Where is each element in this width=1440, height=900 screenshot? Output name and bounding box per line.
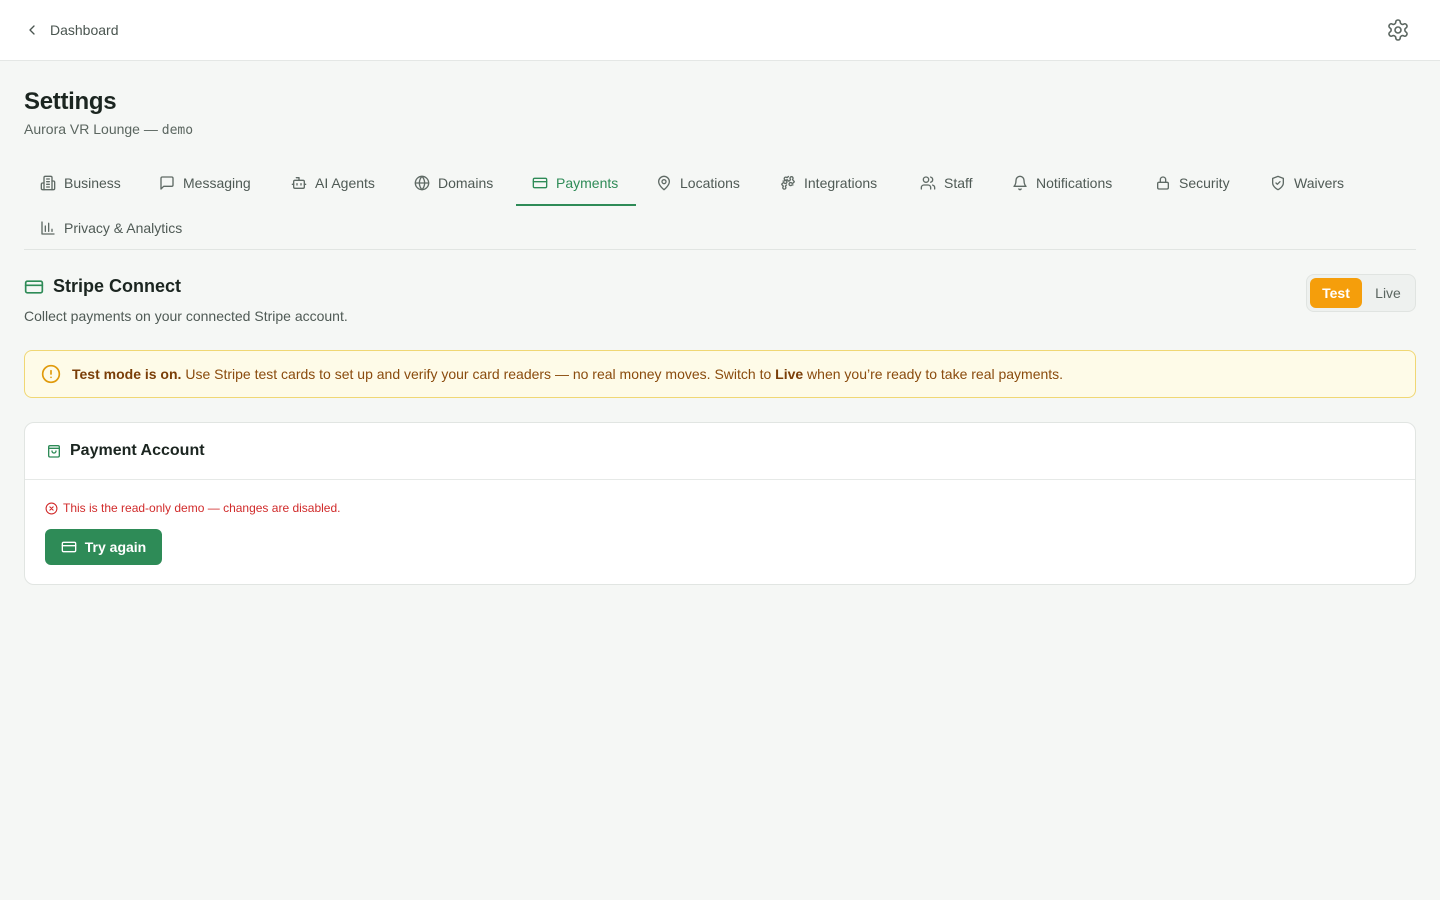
tab-waivers[interactable]: Waivers: [1254, 160, 1360, 206]
tab-payments[interactable]: Payments: [516, 160, 636, 206]
message-icon: [159, 175, 175, 191]
tab-label: Staff: [944, 175, 973, 191]
page-subtitle: Aurora VR Lounge — demo: [24, 121, 193, 138]
gear-icon[interactable]: [1386, 18, 1410, 42]
alert-body-start: Use Stripe test cards to set up and veri…: [181, 366, 776, 382]
tabs-divider: [24, 249, 1416, 250]
tab-staff[interactable]: Staff: [904, 160, 989, 206]
section-description: Collect payments on your connected Strip…: [24, 308, 348, 324]
page-title: Settings: [24, 88, 117, 115]
payment-account-card: Payment Account This is the read-only de…: [24, 422, 1416, 585]
credit-card-icon: [24, 277, 44, 297]
tab-label: Domains: [438, 175, 494, 191]
mode-toggle: Test Live: [1306, 274, 1416, 312]
alert-body-end: when you’re ready to take real payments.: [803, 366, 1064, 382]
tab-label: Payments: [556, 175, 619, 191]
credit-card-icon: [532, 175, 548, 191]
environment-tag: demo: [161, 123, 194, 138]
back-link-label: Dashboard: [50, 22, 119, 38]
card-body: This is the read-only demo — changes are…: [25, 480, 1415, 585]
tab-label: Locations: [680, 175, 740, 191]
shopping-bag-icon: [46, 443, 62, 459]
tab-label: Notifications: [1036, 175, 1113, 191]
try-again-button[interactable]: Try again: [45, 529, 162, 565]
business-name: Aurora VR Lounge —: [24, 121, 158, 137]
alert-lead: Test mode is on.: [72, 366, 182, 382]
tab-notifications[interactable]: Notifications: [996, 160, 1128, 206]
tab-label: AI Agents: [315, 175, 375, 191]
section-title: Stripe Connect: [53, 276, 182, 296]
tab-ai-agents[interactable]: AI Agents: [275, 160, 391, 206]
users-icon: [920, 175, 936, 191]
tab-locations[interactable]: Locations: [640, 160, 756, 206]
tab-label: Integrations: [804, 175, 878, 191]
try-again-label: Try again: [84, 539, 147, 555]
stripe-connect-header: Stripe Connect: [24, 276, 181, 297]
bell-icon: [1012, 175, 1028, 191]
map-pin-icon: [656, 175, 672, 191]
chevron-left-icon: [24, 22, 40, 38]
card-title: Payment Account: [70, 442, 205, 459]
tab-messaging[interactable]: Messaging: [143, 160, 267, 206]
bot-icon: [291, 175, 307, 191]
tab-label: Waivers: [1294, 175, 1345, 191]
test-mode-button[interactable]: Test: [1310, 278, 1362, 308]
tab-integrations[interactable]: Integrations: [764, 160, 893, 206]
x-circle-icon: [45, 502, 58, 515]
card-header: Payment Account: [25, 423, 1415, 480]
puzzle-icon: [780, 175, 796, 191]
tab-label: Business: [64, 175, 121, 191]
alert-text: Test mode is on. Use Stripe test cards t…: [72, 366, 1063, 382]
building-icon: [40, 175, 56, 191]
shield-check-icon: [1270, 175, 1286, 191]
tab-business[interactable]: Business: [24, 160, 137, 206]
error-text: This is the read-only demo — changes are…: [63, 501, 341, 515]
tab-security[interactable]: Security: [1139, 160, 1246, 206]
tab-label: Security: [1179, 175, 1230, 191]
alert-circle-icon: [41, 364, 61, 384]
bar-chart-icon: [40, 220, 56, 236]
credit-card-icon: [61, 539, 77, 555]
lock-icon: [1155, 175, 1171, 191]
tab-label: Messaging: [183, 175, 251, 191]
tab-domains[interactable]: Domains: [398, 160, 509, 206]
alert-live-word: Live: [775, 366, 804, 382]
tab-privacy-analytics[interactable]: Privacy & Analytics: [24, 205, 198, 251]
error-message: This is the read-only demo — changes are…: [45, 500, 1395, 516]
back-to-dashboard-link[interactable]: Dashboard: [24, 18, 119, 42]
top-bar: Dashboard: [0, 0, 1440, 61]
globe-icon: [414, 175, 430, 191]
tab-label: Privacy & Analytics: [64, 220, 183, 236]
live-mode-button[interactable]: Live: [1364, 278, 1412, 308]
test-mode-alert: Test mode is on. Use Stripe test cards t…: [24, 350, 1416, 398]
